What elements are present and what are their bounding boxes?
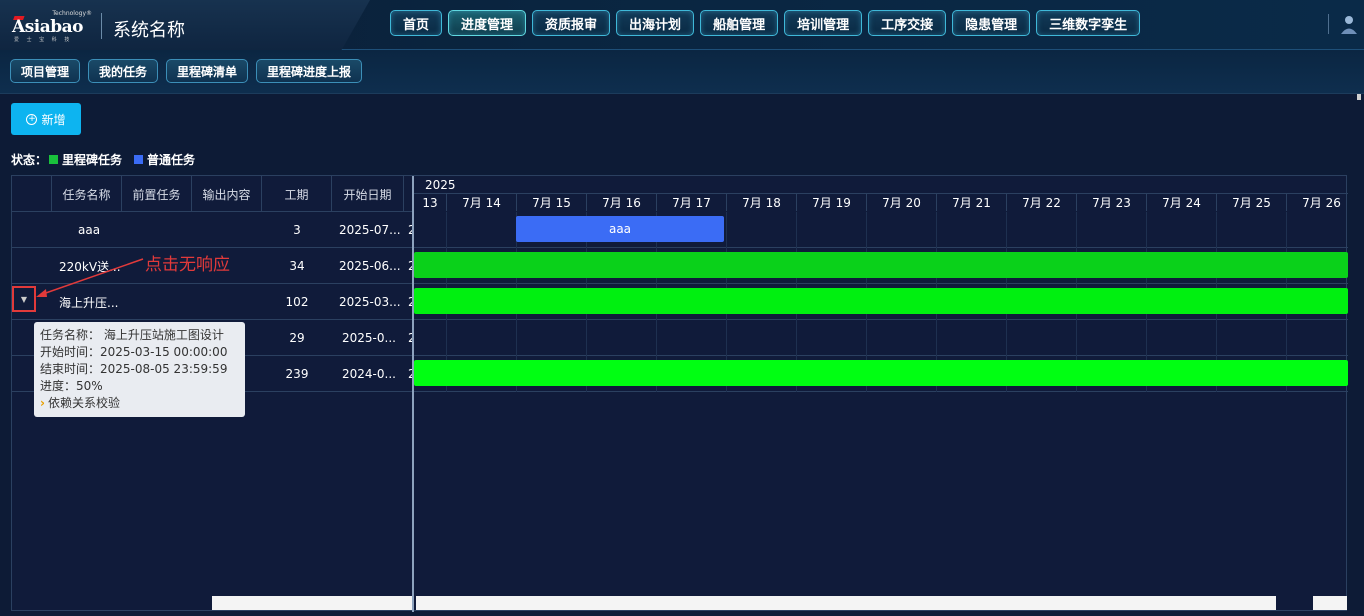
user-icon[interactable]	[1340, 14, 1358, 36]
table-row[interactable]: 海上升压... 102 2025-03... 2	[12, 284, 414, 320]
nav-digital-twin[interactable]: 三维数字孪生	[1036, 10, 1141, 36]
tooltip-start-time: 开始时间：2025-03-15 00:00:00	[40, 345, 228, 359]
nav-ships[interactable]: 船舶管理	[700, 10, 779, 36]
task-duration: 239	[285, 367, 309, 381]
col-task-name[interactable]: 任务名称	[52, 176, 122, 212]
expand-toggle-chevron-down-icon[interactable]: ▼	[12, 286, 36, 312]
date-header: 7月 25	[1216, 193, 1286, 211]
date-header: 7月 26	[1286, 193, 1348, 211]
task-name: 海上升压...	[59, 295, 119, 310]
date-header: 7月 19	[796, 193, 866, 211]
add-button-label: 新增	[41, 112, 66, 127]
task-start: 2025-03...	[339, 295, 401, 309]
date-header: 7月 15	[516, 193, 586, 211]
plus-circle-icon: +	[26, 113, 38, 125]
nav-home[interactable]: 首页	[390, 10, 443, 36]
nav-handover[interactable]: 工序交接	[868, 10, 947, 36]
col-start-date[interactable]: 开始日期	[332, 176, 404, 212]
grid-scrollbar[interactable]	[212, 596, 412, 610]
subnav-my-tasks[interactable]: 我的任务	[88, 59, 159, 83]
task-start: 2025-07...	[339, 223, 401, 237]
task-name: 220kV送...	[59, 259, 121, 274]
brand-word: Asiabao	[12, 17, 83, 37]
normal-swatch	[134, 155, 144, 164]
header-divider	[1328, 14, 1329, 34]
task-duration: 102	[285, 295, 309, 309]
legend-milestone: 里程碑任务	[62, 153, 123, 167]
task-bar-normal[interactable]: aaa	[516, 216, 724, 242]
top-nav: 首页 进度管理 资质报审 出海计划 船舶管理 培训管理 工序交接 隐患管理 三维…	[390, 10, 1141, 36]
logo-separator	[101, 13, 102, 39]
nav-hazards[interactable]: 隐患管理	[952, 10, 1031, 36]
task-start: 2025-06...	[339, 259, 401, 273]
task-tooltip: 任务名称： 海上升压站施工图设计 开始时间：2025-03-15 00:00:0…	[34, 322, 245, 417]
tooltip-end-time: 结束时间：2025-08-05 23:59:59	[40, 362, 228, 376]
col-output[interactable]: 输出内容	[192, 176, 262, 212]
date-header: 7月 20	[866, 193, 936, 211]
subnav-projects[interactable]: 项目管理	[10, 59, 81, 83]
tooltip-dependency-link[interactable]: › 依赖关系校验	[40, 395, 239, 412]
task-duration: 29	[289, 331, 305, 345]
tooltip-task-name: 任务名称： 海上升压站施工图设计	[40, 328, 224, 342]
task-start: 2025-0...	[342, 331, 396, 345]
date-header: 7月 24	[1146, 193, 1216, 211]
col-duration[interactable]: 工期	[262, 176, 332, 212]
grid-header-blank	[12, 176, 52, 212]
chevron-right-icon: ›	[40, 396, 45, 410]
nav-sea-plan[interactable]: 出海计划	[616, 10, 695, 36]
subnav-milestone-list[interactable]: 里程碑清单	[166, 59, 249, 83]
table-row[interactable]: aaa 3 2025-07... 2	[12, 212, 414, 248]
date-header-partial: 13	[414, 193, 446, 211]
task-bar-milestone[interactable]	[414, 288, 1348, 314]
date-header: 7月 18	[726, 193, 796, 211]
task-bar-milestone[interactable]	[414, 252, 1348, 278]
system-title: 系统名称	[113, 20, 185, 41]
task-duration: 3	[293, 223, 301, 237]
timeline-scrollbar-end[interactable]	[1313, 596, 1347, 610]
tooltip-progress: 进度：50%	[40, 379, 103, 393]
timeline-year: 2025	[425, 178, 456, 192]
dependency-label: 依赖关系校验	[47, 396, 120, 410]
grid-header: 任务名称 前置任务 输出内容 工期 开始日期	[12, 176, 412, 212]
subnav-milestone-report[interactable]: 里程碑进度上报	[256, 59, 363, 83]
date-header: 7月 21	[936, 193, 1006, 211]
timeline-scrollbar[interactable]	[416, 596, 1276, 610]
page-scrollbar[interactable]	[1357, 94, 1361, 100]
task-bar-milestone[interactable]	[414, 360, 1348, 386]
timeline-row	[414, 320, 1348, 356]
brand-logo: Technology® Asiabao 爱 士 宝 科 技	[9, 10, 92, 43]
annotation-text: 点击无响应	[145, 255, 230, 275]
nav-schedule[interactable]: 进度管理	[448, 10, 527, 36]
date-header: 7月 16	[586, 193, 656, 211]
brand-tech: Technology®	[52, 10, 92, 17]
col-end-date	[404, 176, 412, 212]
milestone-swatch	[49, 155, 59, 164]
task-name: aaa	[78, 223, 101, 237]
status-legend: 状态： 里程碑任务 普通任务	[11, 151, 195, 168]
task-duration: 34	[289, 259, 305, 273]
date-header: 7月 14	[446, 193, 516, 211]
nav-qualification[interactable]: 资质报审	[532, 10, 611, 36]
date-header: 7月 23	[1076, 193, 1146, 211]
nav-training[interactable]: 培训管理	[784, 10, 863, 36]
date-header: 7月 17	[656, 193, 726, 211]
legend-normal: 普通任务	[147, 153, 196, 167]
task-start: 2024-0...	[342, 367, 396, 381]
gantt-timeline: 2025 13 7月 14 7月 15 7月 16 7月 17 7月 18 7月…	[414, 176, 1348, 612]
date-header: 7月 22	[1006, 193, 1076, 211]
sub-nav: 项目管理 我的任务 里程碑清单 里程碑进度上报	[10, 59, 363, 83]
col-predecessor[interactable]: 前置任务	[122, 176, 192, 212]
brand-sub: 爱 士 宝 科 技	[14, 37, 73, 43]
legend-prefix: 状态：	[11, 153, 48, 167]
add-button[interactable]: + 新增	[11, 103, 81, 135]
